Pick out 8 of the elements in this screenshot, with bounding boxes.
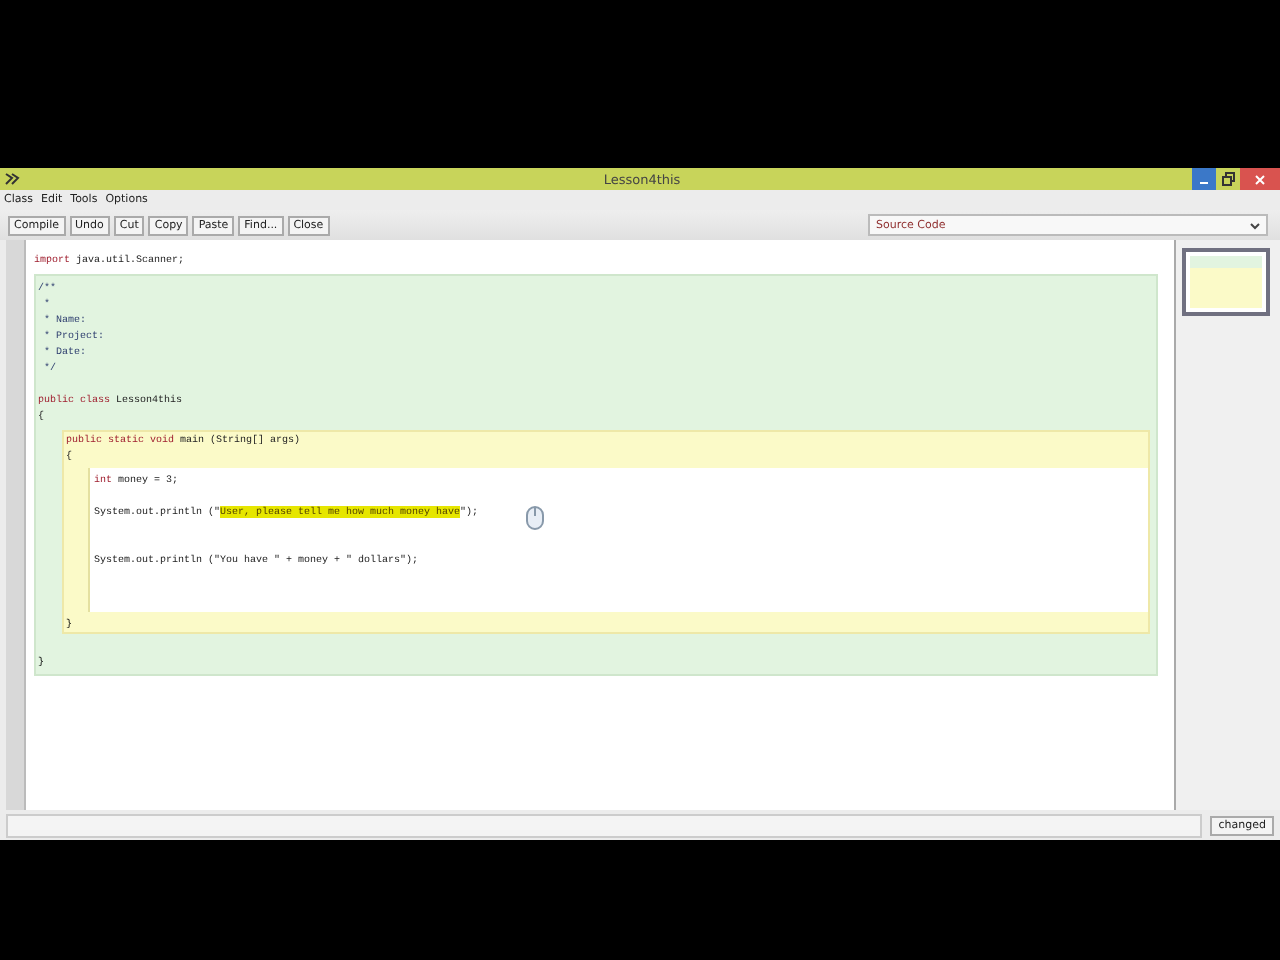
close-icon xyxy=(1254,173,1266,185)
mouse-icon xyxy=(526,506,544,530)
dropdown-caret-icon xyxy=(1250,221,1260,229)
app-icon xyxy=(4,172,20,186)
minimize-button[interactable] xyxy=(1192,168,1216,190)
close-button[interactable] xyxy=(1240,168,1280,190)
restore-button[interactable] xyxy=(1216,168,1240,190)
code-thumbnail[interactable] xyxy=(1182,248,1270,316)
